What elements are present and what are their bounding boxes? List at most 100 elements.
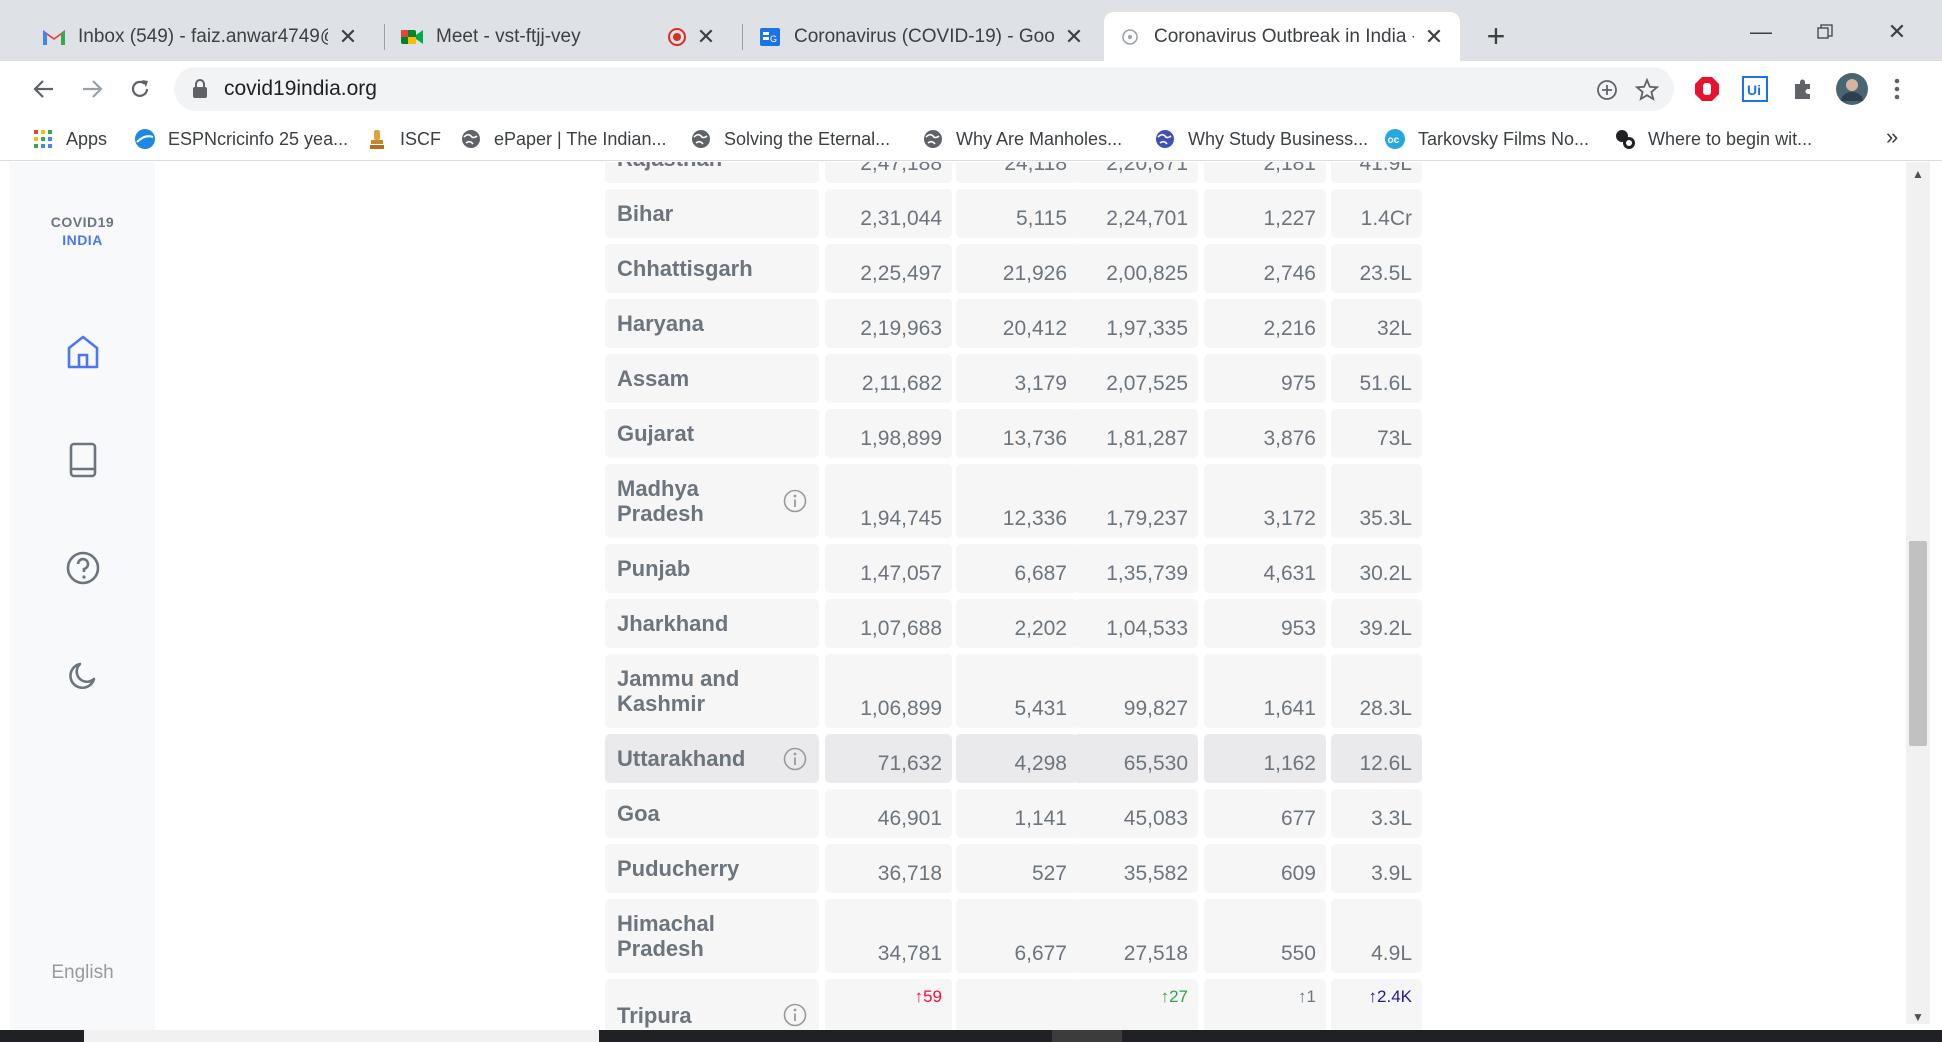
- extensions-puzzle-icon[interactable]: [1788, 74, 1818, 104]
- tested-value: 4.9L: [1371, 942, 1412, 965]
- active-value: 5,431: [1014, 697, 1067, 720]
- dark-mode-icon[interactable]: [63, 656, 103, 696]
- profile-avatar[interactable]: [1834, 71, 1870, 107]
- recovered-cell: 35,582: [1073, 844, 1198, 893]
- confirmed-value: 2,19,963: [860, 317, 942, 340]
- bookmark-study-business[interactable]: Why Study Business...: [1154, 125, 1368, 153]
- close-window-button[interactable]: ✕: [1872, 14, 1922, 50]
- tab-title: Coronavirus Outbreak in India - c: [1154, 25, 1414, 47]
- bookmark-label: Where to begin wit...: [1648, 128, 1813, 149]
- tested-cell: 39.2L: [1331, 599, 1422, 648]
- state-name: Himachal Pradesh: [617, 911, 715, 961]
- bookmark-where-to-begin[interactable]: Where to begin wit...: [1614, 125, 1812, 153]
- active-cell: 24,118: [956, 162, 1077, 183]
- more-bookmarks-button[interactable]: »: [1886, 124, 1898, 150]
- bookmark-tarkovsky[interactable]: oc Tarkovsky Films No...: [1384, 125, 1589, 153]
- close-tab-icon[interactable]: ✕: [1062, 24, 1086, 49]
- address-bar[interactable]: covid19india.org: [174, 67, 1674, 111]
- confirmed-value: 1,94,745: [860, 507, 942, 530]
- deceased-cell: 975: [1204, 354, 1326, 403]
- svg-text:Ui: Ui: [1747, 82, 1761, 98]
- bookmark-star-icon[interactable]: [1632, 75, 1662, 105]
- deceased-cell: 3,876: [1204, 409, 1326, 458]
- help-icon[interactable]: [63, 548, 103, 588]
- url-text: covid19india.org: [224, 77, 377, 100]
- apps-grid-icon: [32, 128, 54, 150]
- install-app-icon[interactable]: [1592, 75, 1622, 105]
- bookmark-iscf[interactable]: ISCF: [366, 125, 441, 153]
- confirmed-cell: 1,07,688: [825, 599, 952, 648]
- info-icon[interactable]: [783, 489, 807, 513]
- meet-icon: [400, 25, 424, 49]
- book-icon[interactable]: [63, 440, 103, 480]
- active-value: 6,687: [1014, 562, 1067, 585]
- info-icon[interactable]: [783, 1003, 807, 1027]
- active-value: 527: [1031, 862, 1067, 885]
- close-tab-icon[interactable]: ✕: [336, 24, 360, 49]
- back-button[interactable]: [24, 69, 64, 109]
- info-icon[interactable]: [783, 747, 807, 771]
- tested-value: 39.2L: [1359, 617, 1412, 640]
- active-value: 5,115: [1016, 207, 1067, 230]
- deceased-value: 1,227: [1263, 207, 1316, 230]
- active-cell: 5,431: [956, 654, 1077, 728]
- recovered-value: 35,582: [1123, 862, 1188, 885]
- bookmark-espncricinfo[interactable]: ESPNcricinfo 25 yea...: [134, 125, 348, 153]
- tested-value: 1.4Cr: [1360, 207, 1412, 230]
- browser-window: Inbox (549) - faiz.anwar4749@gm ✕ Meet -…: [0, 0, 1942, 1042]
- bookmark-apps[interactable]: Apps: [32, 125, 107, 153]
- adblock-extension-icon[interactable]: [1692, 74, 1722, 104]
- confirmed-cell: 1,47,057: [825, 544, 952, 593]
- uipath-extension-icon[interactable]: Ui: [1740, 74, 1770, 104]
- new-tab-button[interactable]: +: [1478, 18, 1514, 54]
- recovered-value: 99,827: [1123, 697, 1188, 720]
- google-news-icon: G: [758, 25, 782, 49]
- confirmed-cell: 2,19,963: [825, 299, 952, 348]
- tested-cell: 3.9L: [1331, 844, 1422, 893]
- deceased-cell: 4,631: [1204, 544, 1326, 593]
- close-tab-icon[interactable]: ✕: [694, 24, 718, 49]
- recovered-value: 45,083: [1123, 807, 1188, 830]
- tested-value: 23.5L: [1359, 262, 1412, 285]
- tab-title: Inbox (549) - faiz.anwar4749@gm: [78, 25, 328, 47]
- scrollbar-thumb[interactable]: [1909, 541, 1927, 746]
- recovered-cell: 99,827: [1073, 654, 1198, 728]
- scroll-down-arrow-icon[interactable]: ▼: [1906, 1010, 1930, 1028]
- reload-button[interactable]: [120, 69, 160, 109]
- state-name-cell: Jharkhand: [605, 599, 819, 648]
- recovered-value: 1,97,335: [1106, 317, 1188, 340]
- tab-google-news[interactable]: G Coronavirus (COVID-19) - Google ✕: [744, 12, 1100, 61]
- bookmark-solving[interactable]: Solving the Eternal...: [690, 125, 890, 153]
- minimize-button[interactable]: —: [1736, 14, 1786, 50]
- confirmed-value: 2,25,497: [860, 262, 942, 285]
- chrome-menu-icon[interactable]: [1882, 74, 1912, 104]
- restore-button[interactable]: [1800, 14, 1850, 50]
- confirmed-cell: 2,47,188: [825, 162, 952, 183]
- state-name-cell: Puducherry: [605, 844, 819, 893]
- gmail-icon: [42, 25, 66, 49]
- forward-button[interactable]: [72, 69, 112, 109]
- tab-covid19india[interactable]: Coronavirus Outbreak in India - c ✕: [1104, 12, 1460, 61]
- tested-value: 30.2L: [1359, 562, 1412, 585]
- bookmark-epaper[interactable]: ePaper | The Indian...: [460, 125, 666, 153]
- site-logo[interactable]: COVID19 INDIA: [10, 213, 155, 249]
- confirmed-cell: 2,25,497: [825, 244, 952, 293]
- state-name-cell: Punjab: [605, 544, 819, 593]
- recovered-cell: 2,07,525: [1073, 354, 1198, 403]
- state-name: Madhya Pradesh: [617, 476, 704, 526]
- forward-arrow-icon: [83, 80, 103, 98]
- state-name: Rajasthan: [617, 162, 722, 171]
- language-switcher[interactable]: English: [10, 962, 155, 984]
- close-tab-icon[interactable]: ✕: [1422, 24, 1446, 49]
- state-name-cell: Bihar: [605, 189, 819, 238]
- bookmark-manholes[interactable]: Why Are Manholes...: [922, 125, 1122, 153]
- tested-value: 3.3L: [1371, 807, 1412, 830]
- tested-cell: 3.3L: [1331, 789, 1422, 838]
- tab-gmail[interactable]: Inbox (549) - faiz.anwar4749@gm ✕: [28, 12, 374, 61]
- tested-cell: 32L: [1331, 299, 1422, 348]
- home-icon[interactable]: [63, 332, 103, 372]
- bookmark-label: Apps: [66, 128, 108, 149]
- tab-meet[interactable]: Meet - vst-ftjj-vey ✕: [386, 12, 732, 61]
- tab-title: Coronavirus (COVID-19) - Google: [794, 25, 1054, 47]
- scroll-up-arrow-icon[interactable]: ▲: [1906, 167, 1930, 185]
